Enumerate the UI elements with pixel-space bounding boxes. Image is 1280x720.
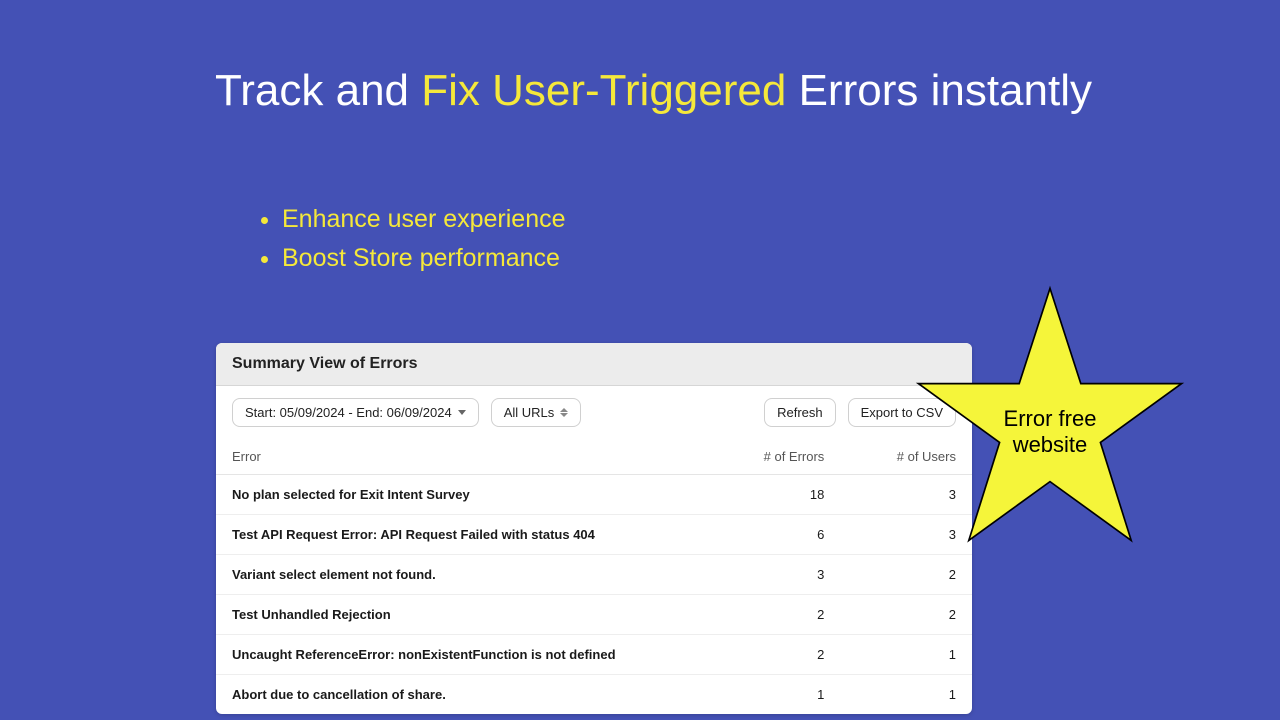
star-line1: Error free <box>1004 406 1097 431</box>
sort-icon <box>560 408 568 417</box>
export-csv-button[interactable]: Export to CSV <box>848 398 956 427</box>
refresh-button[interactable]: Refresh <box>764 398 836 427</box>
table-row[interactable]: No plan selected for Exit Intent Survey1… <box>216 475 972 515</box>
heading-before: Track and <box>215 66 421 115</box>
cell-errors: 18 <box>707 475 841 515</box>
errors-table: Error # of Errors # of Users No plan sel… <box>216 439 972 714</box>
cell-error: Test Unhandled Rejection <box>216 595 707 635</box>
cell-users: 1 <box>840 635 972 675</box>
errors-panel: Summary View of Errors Start: 05/09/2024… <box>216 343 972 714</box>
url-filter-label: All URLs <box>504 405 555 420</box>
table-row[interactable]: Test Unhandled Rejection22 <box>216 595 972 635</box>
table-row[interactable]: Uncaught ReferenceError: nonExistentFunc… <box>216 635 972 675</box>
star-line2: website <box>1013 432 1088 457</box>
url-filter-selector[interactable]: All URLs <box>491 398 582 427</box>
cell-users: 3 <box>840 475 972 515</box>
chevron-down-icon <box>458 410 466 415</box>
benefit-list: Enhance user experience Boost Store perf… <box>260 200 566 278</box>
date-range-label: Start: 05/09/2024 - End: 06/09/2024 <box>245 405 452 420</box>
col-error[interactable]: Error <box>216 439 707 475</box>
col-users[interactable]: # of Users <box>840 439 972 475</box>
heading-highlight: Fix User-Triggered <box>421 66 786 115</box>
cell-error: Abort due to cancellation of share. <box>216 675 707 715</box>
benefit-item: Enhance user experience <box>282 200 566 239</box>
cell-users: 2 <box>840 555 972 595</box>
cell-users: 2 <box>840 595 972 635</box>
benefit-item: Boost Store performance <box>282 239 566 278</box>
table-row[interactable]: Variant select element not found.32 <box>216 555 972 595</box>
panel-toolbar: Start: 05/09/2024 - End: 06/09/2024 All … <box>216 386 972 439</box>
cell-errors: 1 <box>707 675 841 715</box>
cell-error: Uncaught ReferenceError: nonExistentFunc… <box>216 635 707 675</box>
cell-users: 3 <box>840 515 972 555</box>
date-range-selector[interactable]: Start: 05/09/2024 - End: 06/09/2024 <box>232 398 479 427</box>
cell-errors: 2 <box>707 595 841 635</box>
cell-error: No plan selected for Exit Intent Survey <box>216 475 707 515</box>
heading-after: Errors instantly <box>786 66 1092 115</box>
cell-errors: 6 <box>707 515 841 555</box>
page-heading: Track and Fix User-Triggered Errors inst… <box>215 62 1095 119</box>
table-row[interactable]: Abort due to cancellation of share.11 <box>216 675 972 715</box>
cell-error: Variant select element not found. <box>216 555 707 595</box>
cell-errors: 2 <box>707 635 841 675</box>
panel-title: Summary View of Errors <box>216 343 972 386</box>
cell-users: 1 <box>840 675 972 715</box>
table-row[interactable]: Test API Request Error: API Request Fail… <box>216 515 972 555</box>
cell-error: Test API Request Error: API Request Fail… <box>216 515 707 555</box>
col-errors[interactable]: # of Errors <box>707 439 841 475</box>
cell-errors: 3 <box>707 555 841 595</box>
